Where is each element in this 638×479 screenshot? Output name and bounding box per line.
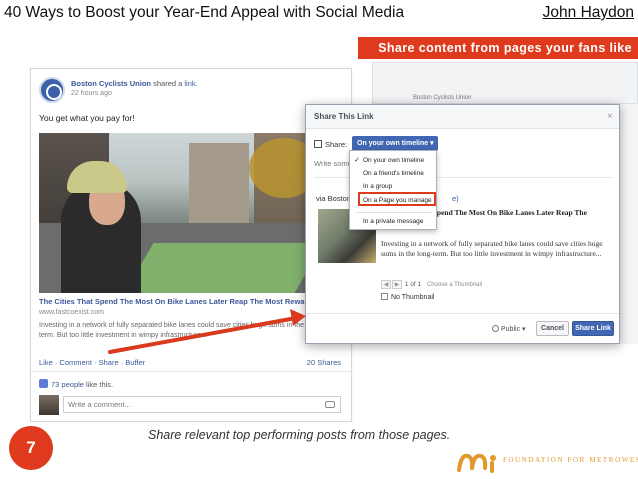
camera-icon[interactable] bbox=[325, 401, 335, 408]
share-destination-dropdown[interactable]: On your own timeline ▾ bbox=[352, 136, 438, 151]
foundation-logo-text: FOUNDATION FOR METROWEST bbox=[503, 456, 638, 464]
foundation-logo-icon bbox=[457, 453, 496, 473]
background-post-text: Boston Cyclists Union bbox=[413, 95, 472, 101]
no-thumbnail-option[interactable]: No Thumbnail bbox=[381, 293, 434, 301]
likes-suffix: like this. bbox=[86, 380, 114, 389]
pager-hint: Choose a Thumbnail bbox=[426, 282, 483, 288]
post-timestamp[interactable]: 22 hours ago bbox=[71, 90, 112, 97]
background-post: Boston Cyclists Union bbox=[372, 62, 638, 104]
share-label: Share: bbox=[314, 140, 347, 149]
facebook-post: Boston Cyclists Union shared a link. 22 … bbox=[30, 68, 352, 422]
author-link[interactable]: John Haydon bbox=[543, 4, 634, 22]
divider bbox=[306, 313, 619, 314]
comment-input[interactable]: Write a comment... bbox=[63, 396, 341, 413]
globe-icon bbox=[492, 325, 499, 332]
link-description: Investing in a network of fully separate… bbox=[39, 322, 322, 339]
post-actions[interactable]: Like · Comment · Share · Buffer bbox=[39, 358, 145, 367]
share-label-text: Share: bbox=[325, 140, 348, 149]
menu-item-private-message[interactable]: In a private message bbox=[350, 215, 438, 228]
shared-link[interactable]: link. bbox=[184, 79, 197, 88]
via-attribution-end: e) bbox=[452, 194, 459, 203]
page-avatar-icon[interactable] bbox=[39, 77, 65, 103]
menu-item-friends-timeline[interactable]: On a friend's timeline bbox=[350, 167, 438, 180]
link-url: www.fastcoexist.com bbox=[39, 309, 104, 316]
share-destination-menu: On your own timeline On a friend's timel… bbox=[349, 150, 437, 230]
comment-placeholder: Write a comment... bbox=[68, 400, 131, 409]
slide-caption: Share relevant top performing posts from… bbox=[148, 428, 451, 442]
dialog-title: Share This Link bbox=[314, 112, 374, 121]
cancel-button[interactable]: Cancel bbox=[536, 321, 569, 336]
share-icon bbox=[314, 140, 322, 148]
dialog-header: Share This Link × bbox=[306, 105, 619, 129]
thumbnail-pager: ◀ ▶ 1 of 1 Choose a Thumbnail bbox=[381, 280, 482, 289]
slide-title: 40 Ways to Boost your Year-End Appeal wi… bbox=[4, 4, 405, 21]
link-title[interactable]: The Cities That Spend The Most On Bike L… bbox=[39, 297, 345, 306]
photo-building bbox=[189, 143, 249, 228]
next-thumbnail-icon[interactable]: ▶ bbox=[392, 280, 402, 289]
photo-bike-lane bbox=[124, 243, 324, 293]
privacy-selector[interactable]: Public ▾ bbox=[492, 325, 526, 333]
share-link-button[interactable]: Share Link bbox=[572, 321, 614, 336]
post-header: Boston Cyclists Union shared a link. bbox=[71, 79, 198, 88]
highlight-box bbox=[358, 192, 436, 206]
post-message: You get what you pay for! bbox=[39, 113, 135, 123]
commenter-avatar bbox=[39, 395, 59, 415]
page-name-link[interactable]: Boston Cyclists Union bbox=[71, 79, 151, 88]
post-photo[interactable] bbox=[39, 133, 345, 293]
dialog-link-description: Investing in a network of fully separate… bbox=[381, 239, 603, 258]
close-icon[interactable]: × bbox=[607, 111, 613, 122]
pager-count: 1 of 1 bbox=[404, 281, 422, 288]
likes-line: 73 people like this. bbox=[39, 379, 113, 389]
no-thumbnail-label: No Thumbnail bbox=[391, 294, 435, 301]
write-something-input[interactable]: Write something... bbox=[314, 159, 354, 168]
no-thumbnail-checkbox[interactable] bbox=[381, 293, 388, 300]
thumbs-up-icon bbox=[39, 379, 48, 388]
prev-thumbnail-icon[interactable]: ◀ bbox=[381, 280, 391, 289]
menu-divider bbox=[356, 212, 432, 213]
shared-text: shared a bbox=[153, 79, 183, 88]
menu-item-own-timeline[interactable]: On your own timeline bbox=[350, 154, 438, 167]
tip-banner: Share content from pages your fans like bbox=[358, 37, 638, 59]
shares-count[interactable]: 20 Shares bbox=[307, 358, 341, 367]
divider bbox=[31, 371, 351, 372]
likes-count[interactable]: 73 people bbox=[51, 380, 84, 389]
privacy-label: Public ▾ bbox=[501, 326, 526, 333]
page-number-badge: 7 bbox=[9, 426, 53, 470]
